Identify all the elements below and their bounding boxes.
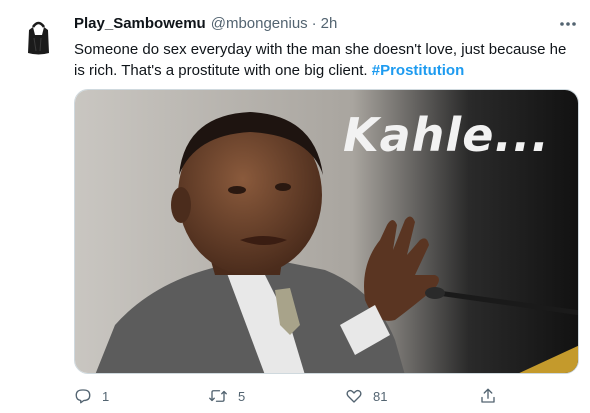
reply-button[interactable]: 1 [74, 383, 109, 409]
share-button[interactable] [479, 383, 497, 409]
user-handle[interactable]: @mbongenius [211, 15, 308, 32]
hashtag-link[interactable]: #Prostitution [372, 62, 465, 79]
retweet-button[interactable]: 5 [208, 383, 245, 409]
tweet-body: Someone do sex everyday with the man she… [74, 41, 567, 79]
retweet-icon [209, 390, 227, 402]
display-name[interactable]: Play_Sambowemu [74, 15, 206, 32]
tweet-header: Play_Sambowemu @mbongenius · 2h [74, 13, 337, 33]
tweet-card[interactable]: Play_Sambowemu @mbongenius · 2h Someone … [0, 0, 590, 413]
avatar[interactable] [14, 13, 63, 62]
share-icon [481, 388, 495, 403]
more-options-button[interactable] [553, 14, 583, 34]
tweet-media-image[interactable]: Kahle... [74, 89, 579, 374]
tweet-text: Someone do sex everyday with the man she… [74, 39, 579, 81]
retweet-count: 5 [238, 388, 246, 404]
timestamp[interactable]: 2h [321, 15, 338, 32]
separator-dot: · [311, 14, 317, 32]
more-dots-icon [560, 22, 576, 26]
tweet-actions: 1 5 81 [74, 383, 579, 409]
heart-icon [346, 389, 362, 403]
meme-caption: Kahle... [343, 108, 550, 162]
reply-icon [75, 389, 91, 404]
shopping-bag-avatar-image [14, 13, 63, 62]
reply-count: 1 [102, 388, 110, 404]
like-button[interactable]: 81 [345, 383, 387, 409]
like-count: 81 [373, 388, 388, 404]
